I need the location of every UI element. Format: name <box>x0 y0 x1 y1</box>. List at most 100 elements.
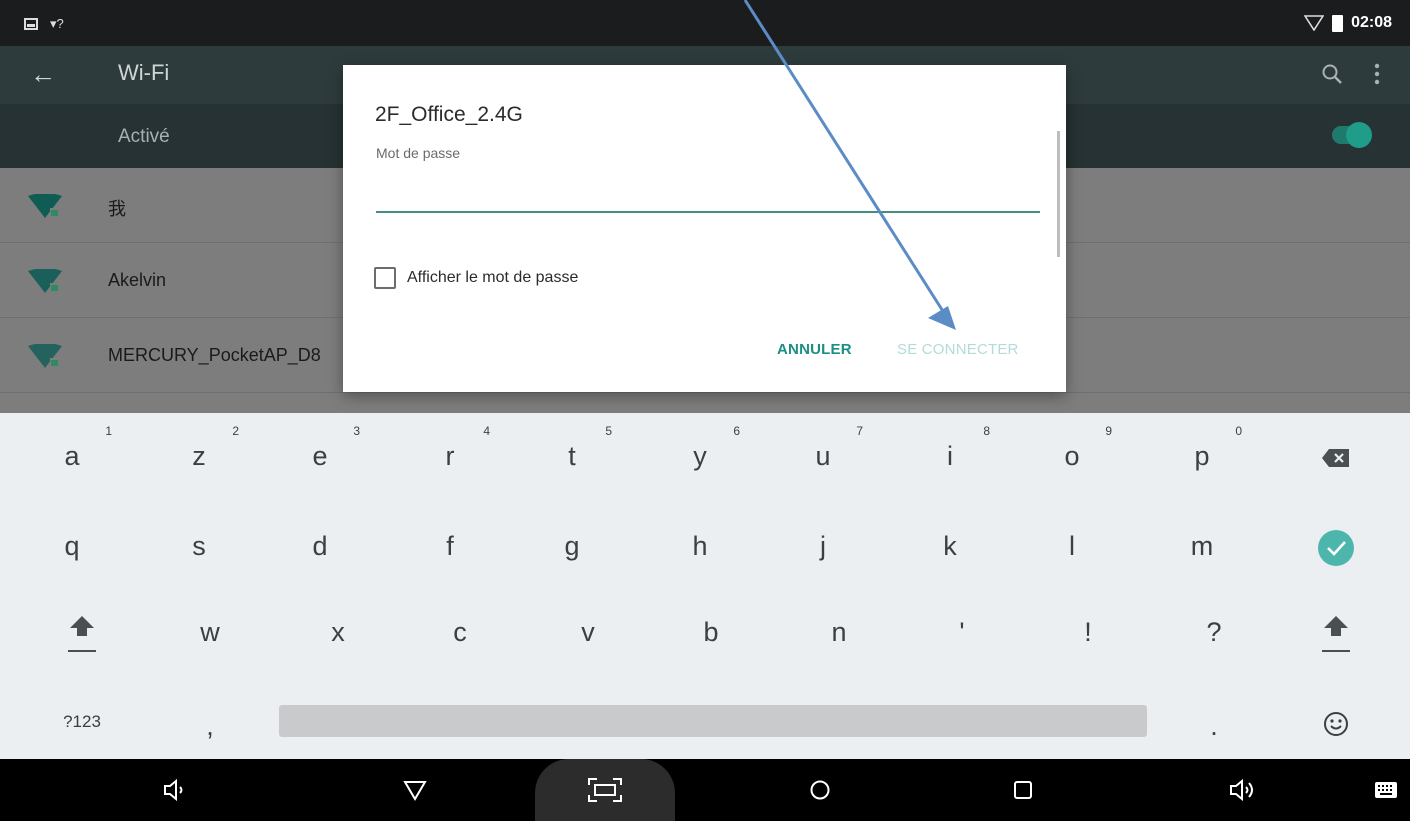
key-p[interactable]: p0 <box>1142 413 1262 499</box>
keyboard-icon <box>1375 782 1397 798</box>
toggle-knob <box>1346 122 1372 148</box>
key-label: v <box>581 617 595 647</box>
connect-button[interactable]: SE CONNECTER <box>897 341 1019 358</box>
dialog-title: 2F_Office_2.4G <box>375 103 523 126</box>
key-x[interactable]: x <box>278 589 398 675</box>
key-hint: 9 <box>1105 424 1112 438</box>
key-label: ?123 <box>63 712 101 731</box>
key-j[interactable]: j <box>763 503 883 589</box>
key-l[interactable]: l <box>1012 503 1132 589</box>
volume-down-button[interactable] <box>150 759 200 821</box>
key-hint: 6 <box>733 424 740 438</box>
recents-icon <box>1014 781 1032 799</box>
soft-keyboard: a1 z2 e3 r4 t5 y6 u7 i8 o9 p0 q s d f g … <box>0 413 1410 759</box>
key-q[interactable]: q <box>12 503 132 589</box>
key-y[interactable]: y6 <box>640 413 760 499</box>
wifi-toggle[interactable] <box>1332 122 1372 148</box>
key-hint: 0 <box>1235 424 1242 438</box>
key-label: l <box>1069 531 1075 561</box>
key-comma[interactable]: , <box>150 683 270 769</box>
key-o[interactable]: o9 <box>1012 413 1132 499</box>
done-check-icon <box>1318 529 1354 566</box>
dialog-scrollbar[interactable] <box>1057 131 1060 257</box>
key-b[interactable]: b <box>651 589 771 675</box>
home-button[interactable] <box>795 759 845 821</box>
key-label: f <box>446 531 454 561</box>
wifi-lock-icon <box>28 194 62 218</box>
key-k[interactable]: k <box>890 503 1010 589</box>
keyboard-switch-button[interactable] <box>1368 759 1404 821</box>
key-label: ' <box>959 617 965 647</box>
key-w[interactable]: w <box>150 589 270 675</box>
key-label: g <box>564 531 580 561</box>
search-icon[interactable] <box>1320 62 1344 86</box>
key-label: h <box>692 531 708 561</box>
screenshot-icon <box>588 778 622 802</box>
key-hint: 7 <box>856 424 863 438</box>
key-n[interactable]: n <box>779 589 899 675</box>
status-bar: ▾? 02:08 <box>0 0 1410 46</box>
key-period[interactable]: . <box>1154 683 1274 769</box>
home-icon <box>810 780 830 800</box>
key-label: o <box>1064 441 1080 471</box>
key-question[interactable]: ? <box>1154 589 1274 675</box>
shift-key-left[interactable] <box>22 589 142 675</box>
key-label: a <box>64 441 80 471</box>
key-d[interactable]: d <box>260 503 380 589</box>
key-r[interactable]: r4 <box>390 413 510 499</box>
key-label: , <box>206 711 214 741</box>
wifi-lock-icon <box>28 344 62 368</box>
show-password-label[interactable]: Afficher le mot de passe <box>407 269 578 287</box>
emoji-key[interactable] <box>1276 679 1396 765</box>
key-label: i <box>947 441 953 471</box>
key-t[interactable]: t5 <box>512 413 632 499</box>
key-apostrophe[interactable]: ' <box>902 589 1022 675</box>
recents-button[interactable] <box>998 759 1048 821</box>
wifi-password-dialog: 2F_Office_2.4G Mot de passe Afficher le … <box>343 65 1066 392</box>
key-c[interactable]: c <box>400 589 520 675</box>
key-label: t <box>568 441 576 471</box>
key-label: ? <box>1206 617 1222 647</box>
battery-icon <box>1332 14 1344 32</box>
key-i[interactable]: i8 <box>890 413 1010 499</box>
back-arrow-icon[interactable]: ← <box>30 60 58 88</box>
screenshot-button[interactable] <box>580 759 630 821</box>
key-g[interactable]: g <box>512 503 632 589</box>
backspace-key[interactable] <box>1276 413 1396 499</box>
backspace-icon <box>1322 448 1349 467</box>
key-a[interactable]: a1 <box>12 413 132 499</box>
shift-icon <box>60 615 104 652</box>
key-v[interactable]: v <box>528 589 648 675</box>
more-vert-icon[interactable] <box>1374 62 1380 86</box>
key-hint: 1 <box>105 424 112 438</box>
key-label: ! <box>1084 617 1092 647</box>
done-key[interactable] <box>1276 503 1396 589</box>
key-label: n <box>831 617 847 647</box>
password-field[interactable] <box>376 169 1040 213</box>
volume-up-icon <box>1230 778 1253 802</box>
back-button[interactable] <box>390 759 440 821</box>
show-password-checkbox[interactable] <box>374 267 396 289</box>
key-f[interactable]: f <box>390 503 510 589</box>
key-label: m <box>1190 531 1214 561</box>
key-hint: 8 <box>983 424 990 438</box>
key-z[interactable]: z2 <box>139 413 259 499</box>
shift-key-right[interactable] <box>1276 589 1396 675</box>
key-e[interactable]: e3 <box>260 413 380 499</box>
cancel-button[interactable]: ANNULER <box>777 341 852 358</box>
volume-up-button[interactable] <box>1218 759 1268 821</box>
key-label: s <box>192 531 206 561</box>
key-m[interactable]: m <box>1142 503 1262 589</box>
symbols-key[interactable]: ?123 <box>22 679 142 765</box>
key-label: y <box>693 441 707 471</box>
password-label: Mot de passe <box>376 145 461 161</box>
key-label: b <box>703 617 719 647</box>
key-hint: 2 <box>232 424 239 438</box>
key-h[interactable]: h <box>640 503 760 589</box>
key-label: . <box>1210 711 1218 741</box>
key-u[interactable]: u7 <box>763 413 883 499</box>
space-key[interactable] <box>279 705 1147 737</box>
key-s[interactable]: s <box>139 503 259 589</box>
key-exclamation[interactable]: ! <box>1028 589 1148 675</box>
key-hint: 5 <box>605 424 612 438</box>
